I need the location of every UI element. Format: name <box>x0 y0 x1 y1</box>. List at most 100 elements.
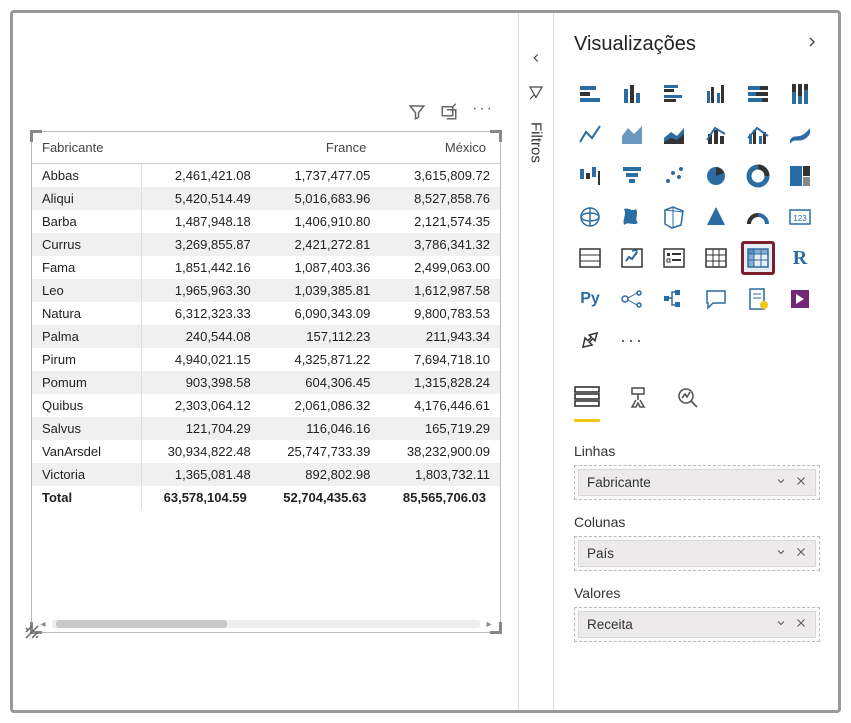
row-label[interactable]: Pomum <box>32 371 141 394</box>
viz-more-options-icon[interactable]: ··· <box>616 324 648 356</box>
col-header-france[interactable]: France <box>261 132 381 164</box>
viz-qna-icon[interactable] <box>700 283 732 315</box>
filter-icon[interactable] <box>408 103 426 121</box>
remove-field-icon[interactable] <box>795 475 807 490</box>
col-header-blank[interactable] <box>141 132 261 164</box>
viz-paginated-icon[interactable] <box>742 283 774 315</box>
viz-donut-icon[interactable] <box>742 160 774 192</box>
viz-decomposition-tree-icon[interactable] <box>658 283 690 315</box>
viz-azure-map-icon[interactable] <box>700 201 732 233</box>
table-row[interactable]: Pomum903,398.58604,306.451,315,828.24 <box>32 371 500 394</box>
table-row[interactable]: Aliqui5,420,514.495,016,683.968,527,858.… <box>32 187 500 210</box>
row-label[interactable]: Quibus <box>32 394 141 417</box>
chevron-down-icon[interactable] <box>775 546 787 561</box>
viz-line-stacked-col-icon[interactable] <box>700 119 732 151</box>
row-label[interactable]: Pirum <box>32 348 141 371</box>
viz-area-icon[interactable] <box>616 119 648 151</box>
scroll-track[interactable] <box>52 620 480 628</box>
collapse-pane-icon[interactable] <box>804 34 820 55</box>
table-row[interactable]: Natura6,312,323.336,090,343.099,800,783.… <box>32 302 500 325</box>
remove-field-icon[interactable] <box>795 617 807 632</box>
viz-r-visual-icon[interactable]: R <box>784 242 816 274</box>
tab-fields[interactable] <box>574 386 600 422</box>
table-row[interactable]: Leo1,965,963.301,039,385.811,612,987.58 <box>32 279 500 302</box>
row-label[interactable]: Barba <box>32 210 141 233</box>
columns-well[interactable]: País <box>574 536 820 571</box>
viz-clustered-column-icon[interactable] <box>700 78 732 110</box>
tab-format[interactable] <box>626 386 650 422</box>
viz-get-more-icon[interactable] <box>574 324 606 356</box>
viz-slicer-icon[interactable] <box>658 242 690 274</box>
viz-multirow-card-icon[interactable] <box>574 242 606 274</box>
remove-field-icon[interactable] <box>795 546 807 561</box>
report-canvas[interactable]: ··· Fabricante France México <box>13 13 518 710</box>
tab-analytics[interactable] <box>676 386 700 422</box>
viz-treemap-icon[interactable] <box>784 160 816 192</box>
rows-well[interactable]: Fabricante <box>574 465 820 500</box>
viz-filled-map-icon[interactable] <box>616 201 648 233</box>
table-row[interactable]: VanArsdel30,934,822.4825,747,733.3938,23… <box>32 440 500 463</box>
viz-funnel-icon[interactable] <box>616 160 648 192</box>
table-row[interactable]: Quibus2,303,064.122,061,086.324,176,446.… <box>32 394 500 417</box>
row-label[interactable]: VanArsdel <box>32 440 141 463</box>
viz-waterfall-icon[interactable] <box>574 160 606 192</box>
viz-scatter-icon[interactable] <box>658 160 690 192</box>
viz-hundred-bar-icon[interactable] <box>742 78 774 110</box>
viz-stacked-area-icon[interactable] <box>658 119 690 151</box>
viz-stacked-bar-icon[interactable] <box>574 78 606 110</box>
viz-line-clustered-col-icon[interactable] <box>742 119 774 151</box>
scroll-right-icon[interactable]: ▸ <box>484 619 494 629</box>
viz-power-apps-icon[interactable] <box>784 283 816 315</box>
resize-handle-tr[interactable] <box>490 130 502 142</box>
viz-key-influencers-icon[interactable] <box>616 283 648 315</box>
chevron-down-icon[interactable] <box>775 475 787 490</box>
resize-handle-tl[interactable] <box>30 130 42 142</box>
row-label[interactable]: Salvus <box>32 417 141 440</box>
row-label[interactable]: Aliqui <box>32 187 141 210</box>
values-well[interactable]: Receita <box>574 607 820 642</box>
filters-pane-collapsed[interactable]: Filtros <box>518 13 554 710</box>
more-options-icon[interactable]: ··· <box>472 103 490 121</box>
focus-mode-icon[interactable] <box>440 103 458 121</box>
viz-card-icon[interactable]: 123 <box>784 201 816 233</box>
row-header-label[interactable]: Fabricante <box>32 132 141 164</box>
viz-ribbon-icon[interactable] <box>784 119 816 151</box>
chevron-down-icon[interactable] <box>775 617 787 632</box>
row-label[interactable]: Victoria <box>32 463 141 486</box>
expand-filters-icon[interactable] <box>529 51 543 70</box>
viz-table-icon[interactable] <box>700 242 732 274</box>
row-label[interactable]: Currus <box>32 233 141 256</box>
horizontal-scrollbar[interactable]: ◂ ▸ <box>38 618 494 630</box>
scroll-thumb[interactable] <box>56 620 227 628</box>
viz-python-visual-icon[interactable]: Py <box>574 283 606 315</box>
table-row[interactable]: Salvus121,704.29116,046.16165,719.29 <box>32 417 500 440</box>
viz-kpi-icon[interactable] <box>616 242 648 274</box>
viz-shape-map-icon[interactable] <box>658 201 690 233</box>
viz-clustered-bar-icon[interactable] <box>658 78 690 110</box>
values-field-pill[interactable]: Receita <box>578 611 816 638</box>
viz-gauge-icon[interactable] <box>742 201 774 233</box>
viz-map-icon[interactable] <box>574 201 606 233</box>
table-row[interactable]: Fama1,851,442.161,087,403.362,499,063.00 <box>32 256 500 279</box>
table-row[interactable]: Abbas2,461,421.081,737,477.053,615,809.7… <box>32 164 500 188</box>
table-row[interactable]: Victoria1,365,081.48892,802.981,803,732.… <box>32 463 500 486</box>
viz-matrix-icon[interactable] <box>742 242 774 274</box>
row-label[interactable]: Palma <box>32 325 141 348</box>
table-row[interactable]: Pirum4,940,021.154,325,871.227,694,718.1… <box>32 348 500 371</box>
resize-corner-icon[interactable] <box>24 624 40 640</box>
table-row[interactable]: Currus3,269,855.872,421,272.813,786,341.… <box>32 233 500 256</box>
row-label[interactable]: Leo <box>32 279 141 302</box>
row-label[interactable]: Abbas <box>32 164 141 188</box>
col-header-mexico[interactable]: México <box>380 132 500 164</box>
viz-pie-icon[interactable] <box>700 160 732 192</box>
viz-hundred-column-icon[interactable] <box>784 78 816 110</box>
matrix-visual[interactable]: Fabricante France México Abbas2,461,421.… <box>31 131 501 633</box>
rows-field-pill[interactable]: Fabricante <box>578 469 816 496</box>
row-label[interactable]: Fama <box>32 256 141 279</box>
row-label[interactable]: Natura <box>32 302 141 325</box>
columns-field-pill[interactable]: País <box>578 540 816 567</box>
viz-stacked-column-icon[interactable] <box>616 78 648 110</box>
table-row[interactable]: Palma240,544.08157,112.23211,943.34 <box>32 325 500 348</box>
table-row[interactable]: Barba1,487,948.181,406,910.802,121,574.3… <box>32 210 500 233</box>
viz-line-icon[interactable] <box>574 119 606 151</box>
